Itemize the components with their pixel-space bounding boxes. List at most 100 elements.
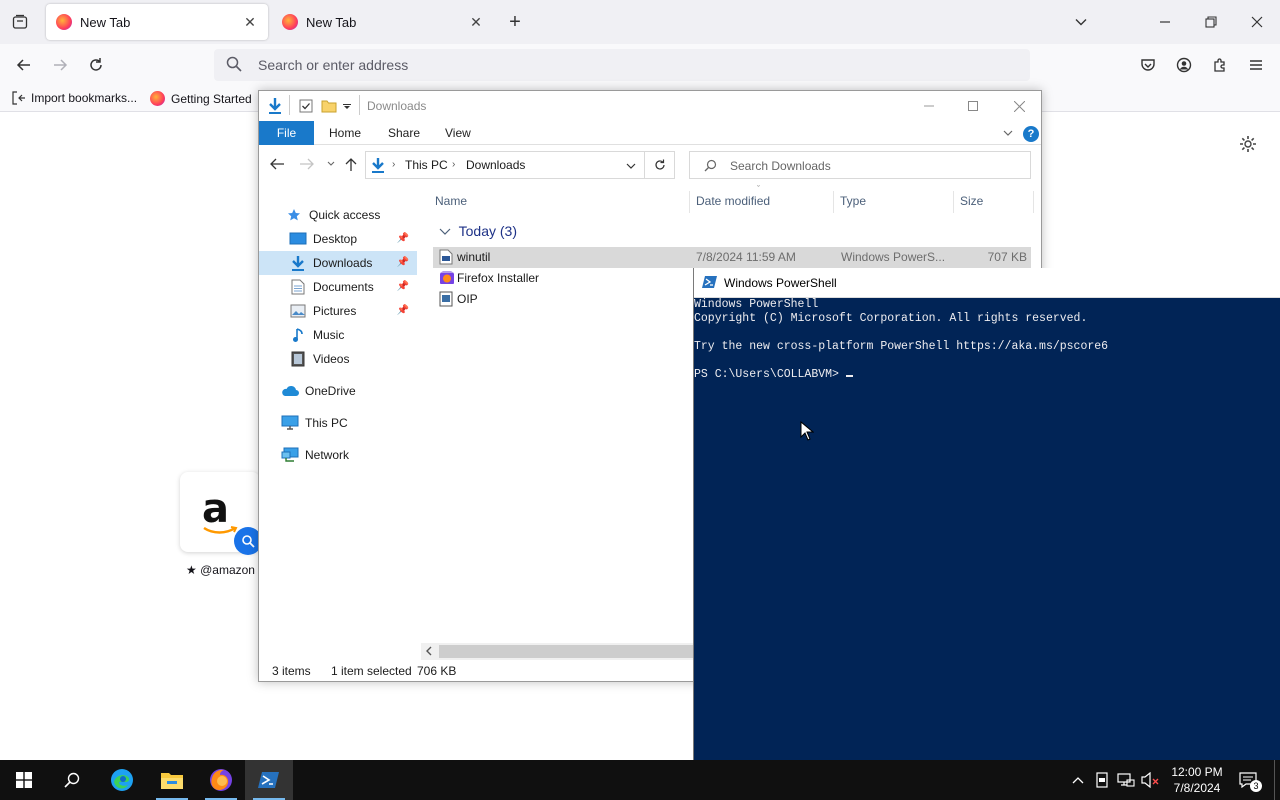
start-button-windows-icon[interactable] bbox=[0, 760, 48, 800]
qat-divider bbox=[289, 95, 290, 115]
nav-network[interactable]: Network bbox=[259, 443, 417, 467]
powershell-title: Windows PowerShell bbox=[724, 276, 837, 290]
explorer-minimize-icon[interactable] bbox=[915, 95, 943, 117]
restore-icon[interactable] bbox=[1196, 8, 1226, 36]
ribbon-tab-home[interactable]: Home bbox=[315, 121, 375, 145]
explorer-back-icon[interactable] bbox=[269, 157, 285, 171]
group-label: Today (3) bbox=[458, 223, 517, 239]
close-tab-icon[interactable]: ✕ bbox=[468, 14, 484, 30]
pocket-icon[interactable] bbox=[1135, 53, 1161, 77]
nav-this-pc[interactable]: This PC bbox=[259, 411, 417, 435]
address-bar[interactable]: Search or enter address bbox=[214, 49, 1030, 81]
close-window-icon[interactable] bbox=[1242, 8, 1272, 36]
new-tab-icon[interactable]: + bbox=[502, 10, 528, 34]
taskbar-search-icon[interactable] bbox=[48, 760, 96, 800]
scroll-left-icon[interactable] bbox=[425, 646, 433, 656]
firefox-taskbar-icon[interactable] bbox=[197, 760, 245, 800]
group-header-today[interactable]: Today (3) bbox=[439, 223, 517, 239]
explorer-search-input[interactable]: Search Downloads bbox=[689, 151, 1031, 179]
nav-label: Quick access bbox=[309, 208, 381, 222]
network-tray-icon[interactable] bbox=[1116, 770, 1136, 790]
column-type[interactable]: Type bbox=[840, 194, 866, 208]
account-icon[interactable] bbox=[1171, 53, 1197, 77]
explorer-maximize-icon[interactable] bbox=[959, 95, 987, 117]
ribbon-tab-view[interactable]: View bbox=[431, 121, 485, 145]
file-explorer-taskbar-icon[interactable] bbox=[148, 760, 196, 800]
minimize-icon[interactable] bbox=[1150, 8, 1180, 36]
explorer-close-icon[interactable] bbox=[1005, 95, 1033, 117]
column-divider[interactable] bbox=[1033, 191, 1034, 213]
nav-quick-access[interactable]: Quick access bbox=[259, 203, 417, 227]
nav-videos[interactable]: Videos bbox=[259, 347, 417, 371]
file-row-winutil[interactable]: winutil 7/8/2024 11:59 AM Windows PowerS… bbox=[433, 247, 1031, 268]
nav-documents[interactable]: Documents 📌 bbox=[259, 275, 417, 299]
nav-downloads[interactable]: Downloads 📌 bbox=[259, 251, 417, 275]
recent-locations-icon[interactable] bbox=[327, 161, 335, 167]
amazon-shortcut-label[interactable]: ★ @amazon bbox=[186, 563, 255, 577]
console-prompt-line[interactable]: PS C:\Users\COLLABVM> bbox=[694, 368, 1280, 382]
explorer-address-box[interactable]: › This PC › Downloads bbox=[365, 151, 645, 179]
column-date-modified[interactable]: Date modified bbox=[696, 194, 770, 208]
bookmark-getting-started[interactable]: Getting Started bbox=[150, 91, 252, 106]
column-divider[interactable] bbox=[833, 191, 834, 213]
documents-icon bbox=[289, 279, 307, 295]
network-icon bbox=[281, 447, 299, 463]
bookmark-import[interactable]: Import bookmarks... bbox=[12, 91, 137, 105]
nav-onedrive[interactable]: OneDrive bbox=[259, 379, 417, 403]
explorer-refresh-icon[interactable] bbox=[645, 151, 675, 179]
extensions-icon[interactable] bbox=[1207, 53, 1233, 77]
desktop-icon bbox=[289, 231, 307, 247]
column-size[interactable]: Size bbox=[960, 194, 983, 208]
powershell-window[interactable]: Windows PowerShell Windows PowerShell Cop… bbox=[693, 268, 1280, 760]
scrollbar-thumb[interactable] bbox=[439, 645, 697, 658]
column-headers: Name ˇ Date modified Type Size bbox=[421, 184, 1041, 215]
shortcut-label-text: @amazon bbox=[200, 563, 255, 577]
show-desktop-button[interactable] bbox=[1274, 760, 1275, 800]
column-divider[interactable] bbox=[689, 191, 690, 213]
help-icon[interactable]: ? bbox=[1023, 126, 1039, 142]
newtab-settings-gear-icon[interactable] bbox=[1238, 134, 1258, 154]
ribbon-tab-share[interactable]: Share bbox=[374, 121, 434, 145]
edge-browser-icon[interactable] bbox=[98, 760, 146, 800]
breadcrumb-this-pc[interactable]: This PC bbox=[405, 158, 448, 172]
browser-tab-1[interactable]: New Tab ✕ bbox=[46, 4, 268, 40]
nav-music[interactable]: Music bbox=[259, 323, 417, 347]
browser-tab-2[interactable]: New Tab ✕ bbox=[272, 4, 494, 40]
explorer-forward-icon[interactable] bbox=[299, 157, 315, 171]
reload-icon[interactable] bbox=[83, 53, 109, 77]
nav-pictures[interactable]: Pictures 📌 bbox=[259, 299, 417, 323]
nav-desktop[interactable]: Desktop 📌 bbox=[259, 227, 417, 251]
powershell-title-bar[interactable]: Windows PowerShell bbox=[694, 268, 1280, 298]
powershell-taskbar-icon[interactable] bbox=[245, 760, 293, 800]
column-divider[interactable] bbox=[953, 191, 954, 213]
ribbon-tab-file[interactable]: File bbox=[259, 121, 314, 145]
show-hidden-icons-chevron-icon[interactable] bbox=[1068, 770, 1088, 790]
back-arrow-icon[interactable] bbox=[11, 53, 37, 77]
new-folder-icon[interactable] bbox=[321, 99, 337, 113]
list-all-tabs-icon[interactable] bbox=[1068, 10, 1094, 34]
pin-icon: 📌 bbox=[396, 305, 409, 316]
address-dropdown-icon[interactable] bbox=[626, 163, 636, 170]
amazon-smile-icon bbox=[203, 526, 238, 534]
firefox-view-icon[interactable] bbox=[7, 10, 33, 34]
close-tab-icon[interactable]: ✕ bbox=[242, 14, 258, 30]
properties-checkbox-icon[interactable] bbox=[299, 99, 313, 113]
tab-title: New Tab bbox=[306, 14, 357, 30]
action-center-icon[interactable]: 3 bbox=[1238, 770, 1262, 792]
image-file-icon bbox=[439, 291, 453, 307]
powershell-console[interactable]: Windows PowerShell Copyright (C) Microsof… bbox=[694, 298, 1280, 382]
file-size: 707 KB bbox=[987, 250, 1027, 264]
volume-muted-tray-icon[interactable] bbox=[1140, 770, 1160, 790]
forward-arrow-icon[interactable] bbox=[47, 53, 73, 77]
qat-dropdown-icon[interactable] bbox=[343, 102, 351, 110]
file-date: 7/8/2024 11:59 AM bbox=[696, 250, 796, 264]
up-arrow-icon[interactable] bbox=[345, 157, 357, 171]
breadcrumb-downloads[interactable]: Downloads bbox=[466, 158, 525, 172]
device-tray-icon[interactable] bbox=[1092, 770, 1112, 790]
music-note-icon bbox=[289, 327, 307, 343]
expand-ribbon-icon[interactable] bbox=[1003, 129, 1013, 137]
taskbar-clock[interactable]: 12:00 PM 7/8/2024 bbox=[1162, 764, 1232, 796]
navigation-pane: Quick access Desktop 📌 Downloads 📌 Docum… bbox=[259, 191, 419, 661]
column-name[interactable]: Name bbox=[435, 194, 467, 208]
menu-icon[interactable] bbox=[1243, 53, 1269, 77]
